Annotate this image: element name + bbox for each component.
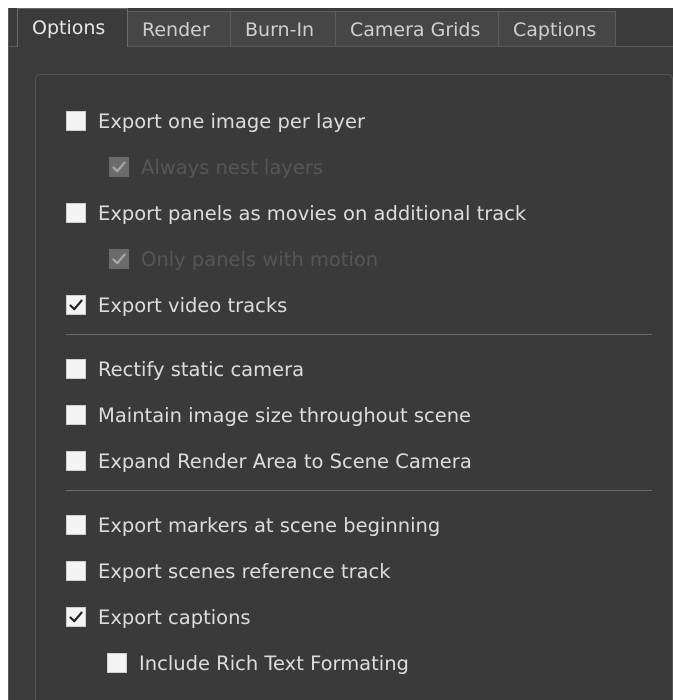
export-captions-option[interactable]: Export captions xyxy=(66,604,251,630)
tab-options[interactable]: Options xyxy=(17,8,128,47)
expand-render-area-checkbox[interactable] xyxy=(66,451,86,471)
export-panels-as-movies-option[interactable]: Export panels as movies on additional tr… xyxy=(66,200,526,226)
export-panels-as-movies-label: Export panels as movies on additional tr… xyxy=(98,201,527,225)
export-one-image-per-layer-option[interactable]: Export one image per layer xyxy=(66,108,365,134)
always-nest-layers-option: Always nest layers xyxy=(109,154,323,180)
separator-1 xyxy=(66,334,652,335)
tab-bar: Options Render Burn-In Camera Grids Capt… xyxy=(17,8,616,47)
maintain-image-size-option[interactable]: Maintain image size throughout scene xyxy=(66,402,471,428)
rectify-static-camera-checkbox[interactable] xyxy=(66,359,86,379)
checkmark-icon xyxy=(112,253,126,265)
export-scenes-reference-option[interactable]: Export scenes reference track xyxy=(66,558,391,584)
tab-captions[interactable]: Captions xyxy=(498,11,616,47)
tab-burn-in[interactable]: Burn-In xyxy=(230,11,336,47)
always-nest-layers-label: Always nest layers xyxy=(141,155,323,179)
only-panels-with-motion-checkbox xyxy=(109,249,129,269)
checkmark-icon xyxy=(69,611,83,623)
export-captions-label: Export captions xyxy=(98,605,251,629)
only-panels-with-motion-option: Only panels with motion xyxy=(109,246,378,272)
expand-render-area-option[interactable]: Expand Render Area to Scene Camera xyxy=(66,448,472,474)
export-video-tracks-label: Export video tracks xyxy=(98,293,288,317)
expand-render-area-label: Expand Render Area to Scene Camera xyxy=(98,449,472,473)
include-rich-text-checkbox[interactable] xyxy=(107,653,127,673)
export-markers-option[interactable]: Export markers at scene beginning xyxy=(66,512,440,538)
export-one-image-per-layer-label: Export one image per layer xyxy=(98,109,365,133)
rectify-static-camera-option[interactable]: Rectify static camera xyxy=(66,356,304,382)
checkmark-icon xyxy=(112,161,126,173)
rectify-static-camera-label: Rectify static camera xyxy=(98,357,305,381)
tab-camera-grids[interactable]: Camera Grids xyxy=(335,11,499,47)
export-scenes-reference-label: Export scenes reference track xyxy=(98,559,391,583)
tab-render[interactable]: Render xyxy=(127,11,231,47)
include-rich-text-option[interactable]: Include Rich Text Formating xyxy=(107,650,409,676)
export-panels-as-movies-checkbox[interactable] xyxy=(66,203,86,223)
export-scenes-reference-checkbox[interactable] xyxy=(66,561,86,581)
export-markers-checkbox[interactable] xyxy=(66,515,86,535)
include-rich-text-label: Include Rich Text Formating xyxy=(139,651,409,675)
maintain-image-size-label: Maintain image size throughout scene xyxy=(98,403,472,427)
export-captions-checkbox[interactable] xyxy=(66,607,86,627)
maintain-image-size-checkbox[interactable] xyxy=(66,405,86,425)
always-nest-layers-checkbox xyxy=(109,157,129,177)
export-dialog: Options Render Burn-In Camera Grids Capt… xyxy=(8,8,673,700)
checkmark-icon xyxy=(69,299,83,311)
only-panels-with-motion-label: Only panels with motion xyxy=(141,247,379,271)
export-one-image-per-layer-checkbox[interactable] xyxy=(66,111,86,131)
export-video-tracks-checkbox[interactable] xyxy=(66,295,86,315)
export-markers-label: Export markers at scene beginning xyxy=(98,513,441,537)
export-video-tracks-option[interactable]: Export video tracks xyxy=(66,292,287,318)
separator-2 xyxy=(66,490,652,491)
